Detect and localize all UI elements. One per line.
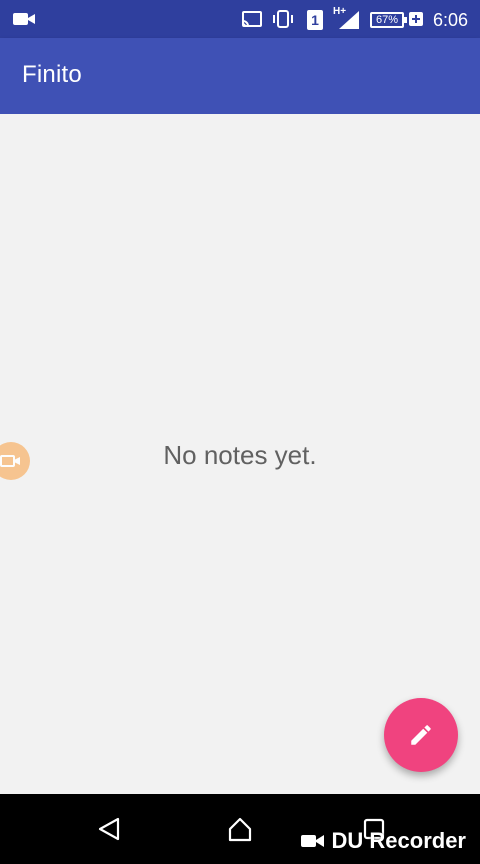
- network-type: H+: [333, 6, 347, 17]
- vibrate-icon: [270, 9, 296, 34]
- edit-pencil-icon: [411, 725, 431, 745]
- camera-icon: [300, 835, 324, 847]
- back-icon[interactable]: [92, 812, 126, 846]
- status-time: 6:06: [432, 10, 468, 30]
- app-bar: Finito: [0, 38, 480, 114]
- recorder-watermark: DU Recorder: [300, 828, 466, 854]
- cast-icon: [240, 9, 264, 34]
- app-title: Finito: [22, 61, 82, 88]
- home-icon[interactable]: [223, 812, 257, 846]
- sim-icon: 1: [307, 10, 323, 30]
- battery-charging-icon: [408, 9, 424, 34]
- battery-icon: 67%: [370, 12, 407, 28]
- watermark-text: DU Recorder: [331, 828, 466, 853]
- video-recording-icon: [12, 9, 36, 34]
- camera-icon: [0, 455, 20, 467]
- empty-state-message: No notes yet.: [163, 440, 317, 470]
- status-bar: 1 H+ 67% 6:06: [0, 0, 480, 38]
- add-note-button[interactable]: [384, 698, 458, 772]
- notes-list: No notes yet.: [0, 114, 480, 794]
